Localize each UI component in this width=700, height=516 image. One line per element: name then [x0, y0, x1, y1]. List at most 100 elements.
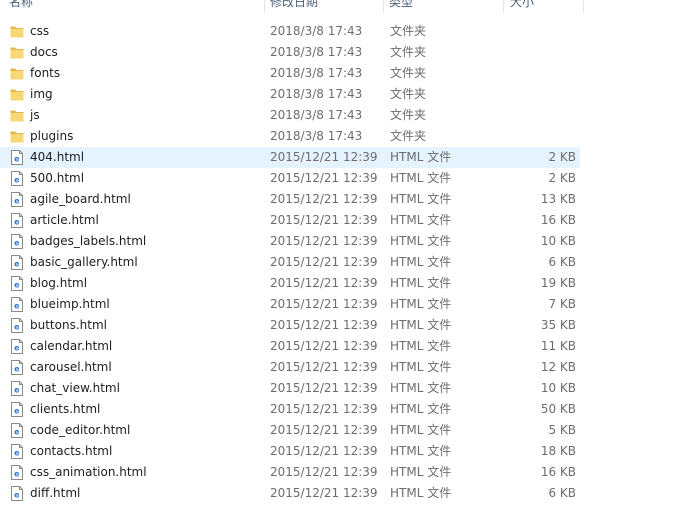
file-date-modified: 2015/12/21 12:39: [270, 171, 378, 185]
file-size: 18 KB: [540, 444, 576, 458]
file-row[interactable]: e contacts.html 2015/12/21 12:39 HTML 文件 18 …: [0, 441, 580, 462]
svg-text:e: e: [14, 386, 20, 395]
file-row[interactable]: e blueimp.html 2015/12/21 12:39 HTML 文件 7 KB: [0, 294, 580, 315]
file-name: js: [30, 108, 40, 122]
file-row[interactable]: e calendar.html 2015/12/21 12:39 HTML 文件 11 …: [0, 336, 580, 357]
file-type: HTML 文件: [390, 423, 452, 437]
column-header-name[interactable]: 名称: [0, 0, 265, 12]
folder-row[interactable]: js 2018/3/8 17:43 文件夹: [0, 105, 580, 126]
file-type: HTML 文件: [390, 213, 452, 227]
file-row[interactable]: e 404.html 2015/12/21 12:39 HTML 文件 2 KB: [0, 147, 580, 168]
file-date-modified: 2015/12/21 12:39: [270, 150, 378, 164]
file-date-modified: 2015/12/21 12:39: [270, 192, 378, 206]
file-type: 文件夹: [390, 66, 427, 80]
file-name: contacts.html: [30, 444, 113, 458]
file-date-modified: 2015/12/21 12:39: [270, 381, 378, 395]
file-row[interactable]: e code_editor.html 2015/12/21 12:39 HTML 文件…: [0, 420, 580, 441]
file-name: calendar.html: [30, 339, 113, 353]
file-date-modified: 2015/12/21 12:39: [270, 318, 378, 332]
file-row[interactable]: e 500.html 2015/12/21 12:39 HTML 文件 2 KB: [0, 168, 580, 189]
file-type: HTML 文件: [390, 276, 452, 290]
file-name: buttons.html: [30, 318, 107, 332]
file-type: HTML 文件: [390, 318, 452, 332]
file-row[interactable]: e css_animation.html 2015/12/21 12:39 HTML …: [0, 462, 580, 483]
svg-text:e: e: [14, 470, 20, 479]
svg-text:e: e: [14, 365, 20, 374]
file-type: HTML 文件: [390, 360, 452, 374]
folder-row[interactable]: img 2018/3/8 17:43 文件夹: [0, 84, 580, 105]
file-type: HTML 文件: [390, 150, 452, 164]
folder-row[interactable]: docs 2018/3/8 17:43 文件夹: [0, 42, 580, 63]
file-row[interactable]: e blog.html 2015/12/21 12:39 HTML 文件 19 KB: [0, 273, 580, 294]
file-date-modified: 2015/12/21 12:39: [270, 297, 378, 311]
file-name: blueimp.html: [30, 297, 110, 311]
html-file-icon: e: [10, 255, 24, 270]
svg-text:e: e: [14, 197, 20, 206]
file-row[interactable]: e basic_gallery.html 2015/12/21 12:39 HTML …: [0, 252, 580, 273]
file-row[interactable]: e carousel.html 2015/12/21 12:39 HTML 文件 12 …: [0, 357, 580, 378]
html-file-icon: e: [10, 381, 24, 396]
file-type: HTML 文件: [390, 402, 452, 416]
file-size: 35 KB: [540, 318, 576, 332]
svg-text:e: e: [14, 323, 20, 332]
file-name: fonts: [30, 66, 61, 80]
file-row[interactable]: e badges_labels.html 2015/12/21 12:39 HTML …: [0, 231, 580, 252]
html-file-icon: e: [10, 234, 24, 249]
folder-icon: [10, 45, 24, 60]
file-size: 2 KB: [548, 171, 576, 185]
svg-text:e: e: [14, 491, 20, 500]
file-name: css_animation.html: [30, 465, 147, 479]
folder-row[interactable]: fonts 2018/3/8 17:43 文件夹: [0, 63, 580, 84]
column-header-date-modified[interactable]: 修改日期: [265, 0, 384, 12]
file-name: basic_gallery.html: [30, 255, 138, 269]
column-header-size[interactable]: 大小: [504, 0, 584, 12]
file-date-modified: 2015/12/21 12:39: [270, 360, 378, 374]
file-size: 5 KB: [548, 423, 576, 437]
file-row[interactable]: e article.html 2015/12/21 12:39 HTML 文件 16 K…: [0, 210, 580, 231]
file-row[interactable]: e buttons.html 2015/12/21 12:39 HTML 文件 35 K…: [0, 315, 580, 336]
file-name: plugins: [30, 129, 74, 143]
html-file-icon: e: [10, 402, 24, 417]
file-name: img: [30, 87, 53, 101]
html-file-icon: e: [10, 423, 24, 438]
file-name: docs: [30, 45, 58, 59]
file-size: 2 KB: [548, 150, 576, 164]
file-date-modified: 2015/12/21 12:39: [270, 276, 378, 290]
file-type: 文件夹: [390, 108, 427, 122]
html-file-icon: e: [10, 318, 24, 333]
file-type: HTML 文件: [390, 171, 452, 185]
file-size: 19 KB: [540, 276, 576, 290]
file-date-modified: 2018/3/8 17:43: [270, 66, 363, 80]
column-header-type[interactable]: 类型: [384, 0, 504, 12]
file-name: carousel.html: [30, 360, 112, 374]
file-row[interactable]: e agile_board.html 2015/12/21 12:39 HTML 文件…: [0, 189, 580, 210]
file-date-modified: 2015/12/21 12:39: [270, 465, 378, 479]
file-type: 文件夹: [390, 24, 427, 38]
file-size: 10 KB: [540, 234, 576, 248]
file-size: 16 KB: [540, 465, 576, 479]
file-row[interactable]: e clients.html 2015/12/21 12:39 HTML 文件 50 K…: [0, 399, 580, 420]
html-file-icon: e: [10, 192, 24, 207]
svg-text:e: e: [14, 428, 20, 437]
html-file-icon: e: [10, 150, 24, 165]
file-date-modified: 2018/3/8 17:43: [270, 108, 363, 122]
folder-icon: [10, 66, 24, 81]
file-row[interactable]: e diff.html 2015/12/21 12:39 HTML 文件 6 KB: [0, 483, 580, 504]
file-date-modified: 2018/3/8 17:43: [270, 24, 363, 38]
file-name: 404.html: [30, 150, 85, 164]
file-size: 6 KB: [548, 255, 576, 269]
folder-icon: [10, 87, 24, 102]
html-file-icon: e: [10, 444, 24, 459]
folder-row[interactable]: css 2018/3/8 17:43 文件夹: [0, 21, 580, 42]
file-list: css 2018/3/8 17:43 文件夹 docs 2018/3/8 17:43 文件…: [0, 21, 700, 504]
file-name: badges_labels.html: [30, 234, 147, 248]
html-file-icon: e: [10, 486, 24, 501]
folder-icon: [10, 129, 24, 144]
file-name: clients.html: [30, 402, 101, 416]
file-size: 50 KB: [540, 402, 576, 416]
file-row[interactable]: e chat_view.html 2015/12/21 12:39 HTML 文件 10…: [0, 378, 580, 399]
svg-text:e: e: [14, 218, 20, 227]
file-type: HTML 文件: [390, 297, 452, 311]
folder-row[interactable]: plugins 2018/3/8 17:43 文件夹: [0, 126, 580, 147]
file-name: article.html: [30, 213, 99, 227]
